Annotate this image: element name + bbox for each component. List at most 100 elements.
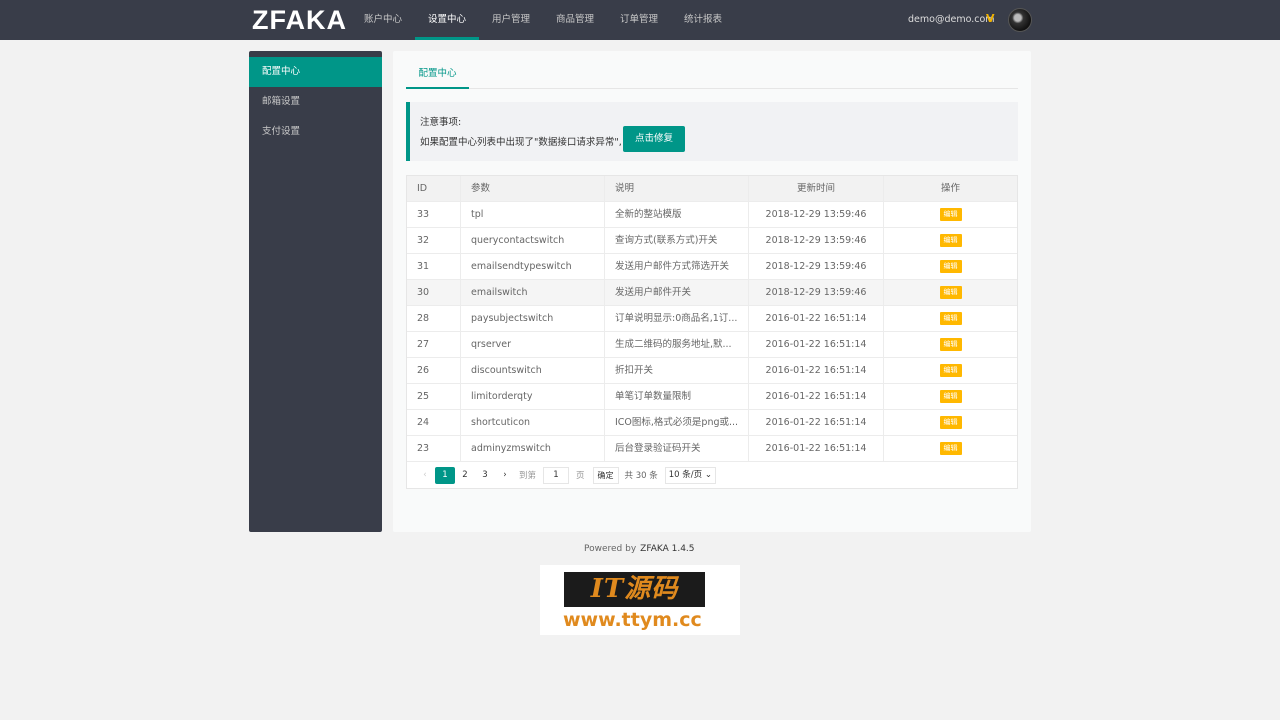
notice-title: 注意事项: xyxy=(420,117,462,128)
page-2[interactable]: 2 xyxy=(455,467,475,484)
watermark-line2: www.ttym.cc xyxy=(563,609,702,631)
cell-key: emailswitch xyxy=(461,280,605,305)
nav-item-account[interactable]: 账户中心 xyxy=(351,0,415,40)
cell-key: emailsendtypeswitch xyxy=(461,254,605,279)
edit-button[interactable]: 编辑 xyxy=(939,364,962,377)
edit-button[interactable]: 编辑 xyxy=(939,442,962,455)
cell-op: 编辑 xyxy=(884,410,1017,435)
tab-bar: 配置中心 xyxy=(406,65,1018,89)
sidebar-item-email-settings[interactable]: 邮箱设置 xyxy=(249,87,382,117)
next-page-icon[interactable]: › xyxy=(495,467,515,484)
cell-op: 编辑 xyxy=(884,306,1017,331)
nav-item-orders[interactable]: 订单管理 xyxy=(607,0,671,40)
cell-time: 2018-12-29 13:59:46 xyxy=(749,280,884,305)
user-email[interactable]: demo@demo.com xyxy=(908,14,995,25)
table-row: 26 discountswitch 折扣开关 2016-01-22 16:51:14 编… xyxy=(407,358,1017,384)
cell-time: 2016-01-22 16:51:14 xyxy=(749,436,884,461)
cell-id: 32 xyxy=(407,228,461,253)
goto-confirm-button[interactable]: 确定 xyxy=(592,466,619,484)
cell-time: 2016-01-22 16:51:14 xyxy=(749,384,884,409)
cell-op: 编辑 xyxy=(884,254,1017,279)
chevron-down-icon: ⌄ xyxy=(704,469,712,480)
cell-key: limitorderqty xyxy=(461,384,605,409)
cell-time: 2016-01-22 16:51:14 xyxy=(749,306,884,331)
cell-desc: ICO图标,格式必须是png或... xyxy=(605,410,749,435)
cell-op: 编辑 xyxy=(884,384,1017,409)
tab-config-center[interactable]: 配置中心 xyxy=(406,65,469,89)
table-body: 33 tpl 全新的整站模版 2018-12-29 13:59:46 编辑 32 query… xyxy=(407,202,1017,462)
table-row: 32 querycontactswitch 查询方式(联系方式)开关 2018-12-… xyxy=(407,228,1017,254)
cell-desc: 发送用户邮件开关 xyxy=(605,280,749,305)
notice-box: 注意事项: 如果配置中心列表中出现了"数据接口请求异常", 点击修复 xyxy=(406,102,1018,161)
cell-id: 28 xyxy=(407,306,461,331)
table-row: 33 tpl 全新的整站模版 2018-12-29 13:59:46 编辑 xyxy=(407,202,1017,228)
cell-key: qrserver xyxy=(461,332,605,357)
column-header-id: ID xyxy=(407,176,461,201)
cell-desc: 单笔订单数量限制 xyxy=(605,384,749,409)
cell-id: 23 xyxy=(407,436,461,461)
page-3[interactable]: 3 xyxy=(475,467,495,484)
page-size-select[interactable]: 10 条/页 ⌄ xyxy=(664,466,716,484)
edit-button[interactable]: 编辑 xyxy=(939,416,962,429)
column-header-desc: 说明 xyxy=(605,176,749,201)
cell-time: 2016-01-22 16:51:14 xyxy=(749,358,884,383)
table-row: 24 shortcuticon ICO图标,格式必须是png或... 2016-01-… xyxy=(407,410,1017,436)
logo[interactable]: ZFAKA xyxy=(252,5,347,36)
prev-page-icon[interactable]: ‹ xyxy=(415,467,435,484)
total-count: 共 30 条 xyxy=(624,471,658,481)
column-header-key: 参数 xyxy=(461,176,605,201)
cell-id: 25 xyxy=(407,384,461,409)
table-row: 28 paysubjectswitch 订单说明显示:0商品名,1订... 2016-… xyxy=(407,306,1017,332)
fix-button[interactable]: 点击修复 xyxy=(623,126,685,152)
table-row: 27 qrserver 生成二维码的服务地址,默... 2016-01-22 16:5… xyxy=(407,332,1017,358)
edit-button[interactable]: 编辑 xyxy=(939,286,962,299)
cell-id: 27 xyxy=(407,332,461,357)
sidebar-item-payment-settings[interactable]: 支付设置 xyxy=(249,117,382,147)
watermark-line1: IT源码 xyxy=(564,572,705,607)
cell-desc: 查询方式(联系方式)开关 xyxy=(605,228,749,253)
cell-desc: 生成二维码的服务地址,默... xyxy=(605,332,749,357)
config-table: ID 参数 说明 更新时间 操作 33 tpl 全新的整站模版 2018-12-29 … xyxy=(406,175,1018,489)
cell-id: 24 xyxy=(407,410,461,435)
main-nav: 账户中心 设置中心 用户管理 商品管理 订单管理 统计报表 xyxy=(351,0,735,40)
edit-button[interactable]: 编辑 xyxy=(939,338,962,351)
cell-desc: 后台登录验证码开关 xyxy=(605,436,749,461)
footer-brand[interactable]: ZFAKA 1.4.5 xyxy=(640,544,694,554)
cell-key: tpl xyxy=(461,202,605,227)
edit-button[interactable]: 编辑 xyxy=(939,208,962,221)
edit-button[interactable]: 编辑 xyxy=(939,260,962,273)
cell-key: paysubjectswitch xyxy=(461,306,605,331)
notice-text: 如果配置中心列表中出现了"数据接口请求异常", xyxy=(420,137,622,148)
cell-time: 2018-12-29 13:59:46 xyxy=(749,254,884,279)
edit-button[interactable]: 编辑 xyxy=(939,312,962,325)
page-1[interactable]: 1 xyxy=(435,466,455,484)
edit-button[interactable]: 编辑 xyxy=(939,390,962,403)
cell-id: 33 xyxy=(407,202,461,227)
sidebar: 配置中心 邮箱设置 支付设置 xyxy=(249,51,382,532)
column-header-op: 操作 xyxy=(940,183,960,194)
footer-powered: Powered by xyxy=(584,544,637,554)
cell-time: 2018-12-29 13:59:46 xyxy=(749,202,884,227)
goto-label: 到第 xyxy=(519,471,537,481)
table-row: 31 emailsendtypeswitch 发送用户邮件方式筛选开关 2018-12… xyxy=(407,254,1017,280)
cell-op: 编辑 xyxy=(884,332,1017,357)
edit-button[interactable]: 编辑 xyxy=(939,234,962,247)
cell-op: 编辑 xyxy=(884,436,1017,461)
cell-op: 编辑 xyxy=(884,280,1017,305)
sidebar-item-config-center[interactable]: 配置中心 xyxy=(249,57,382,87)
avatar[interactable] xyxy=(1008,8,1032,32)
nav-item-products[interactable]: 商品管理 xyxy=(543,0,607,40)
cell-time: 2016-01-22 16:51:14 xyxy=(749,410,884,435)
watermark-logo: IT源码 www.ttym.cc xyxy=(540,565,740,635)
column-header-time: 更新时间 xyxy=(749,176,884,201)
nav-item-users[interactable]: 用户管理 xyxy=(479,0,543,40)
cell-desc: 折扣开关 xyxy=(605,358,749,383)
vip-badge-icon: V xyxy=(986,12,995,25)
cell-desc: 全新的整站模版 xyxy=(605,202,749,227)
cell-id: 30 xyxy=(407,280,461,305)
cell-op: 编辑 xyxy=(884,202,1017,227)
goto-page-input[interactable]: 1 xyxy=(543,466,570,484)
nav-item-reports[interactable]: 统计报表 xyxy=(671,0,735,40)
main-panel: 配置中心 注意事项: 如果配置中心列表中出现了"数据接口请求异常", 点击修复 … xyxy=(393,51,1031,532)
nav-item-settings[interactable]: 设置中心 xyxy=(415,0,479,40)
